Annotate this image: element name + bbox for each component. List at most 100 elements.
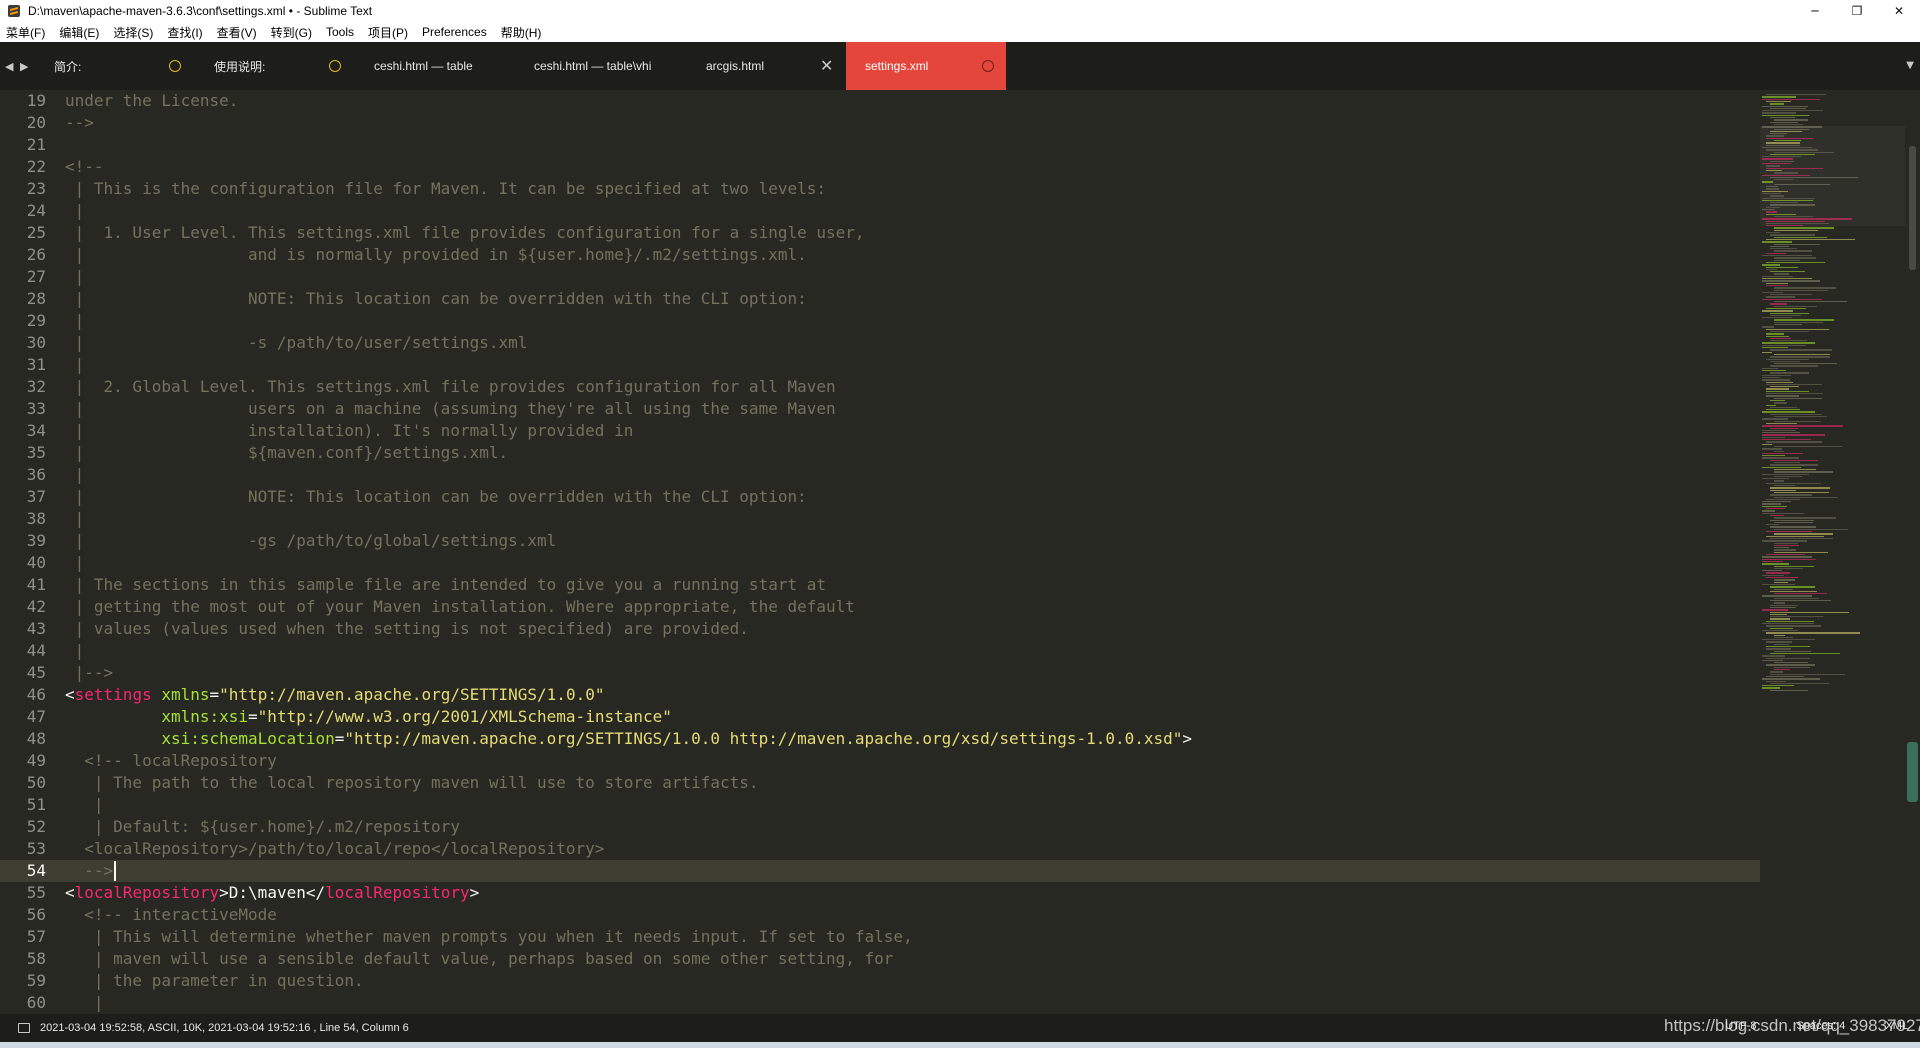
code-text[interactable]: | [65,552,85,574]
close-tab-icon[interactable]: ✕ [820,56,833,75]
code-line[interactable]: 59 | the parameter in question. [0,970,1760,992]
tab-scroll-left-icon[interactable]: ◀ [5,60,13,73]
code-line[interactable]: 37 | NOTE: This location can be overridd… [0,486,1760,508]
code-text[interactable]: | -s /path/to/user/settings.xml [65,332,528,354]
menu-project[interactable]: 项目(P) [368,24,408,41]
code-line[interactable]: 46 <settings xmlns="http://maven.apache.o… [0,684,1760,706]
menu-edit[interactable]: 编辑(E) [59,24,99,41]
code-text[interactable]: | This will determine whether maven prom… [65,926,913,948]
code-text[interactable]: under the License. [65,90,238,112]
menu-tools[interactable]: Tools [326,25,354,39]
code-line[interactable]: 21 [0,134,1760,156]
code-text[interactable]: | [65,508,85,530]
code-text[interactable]: | [65,266,85,288]
code-editor[interactable]: 19 under the License. 20 --> 21 22 <!-- 23 | Th… [0,90,1760,1014]
code-text[interactable]: <!-- localRepository [65,750,277,772]
unsaved-dot-icon[interactable] [169,60,181,72]
code-text[interactable]: | the parameter in question. [65,970,364,992]
code-text[interactable]: | [65,992,104,1014]
tab-arcgis[interactable]: arcgis.html ✕ [690,42,846,90]
tab-intro[interactable]: 简介: [40,42,190,90]
code-line[interactable]: 50 | The path to the local repository ma… [0,772,1760,794]
code-text[interactable]: xsi:schemaLocation="http://maven.apache.… [65,728,1192,750]
code-line[interactable]: 41 | The sections in this sample file ar… [0,574,1760,596]
code-line[interactable]: 23 | This is the configuration file for … [0,178,1760,200]
menu-view[interactable]: 查看(V) [217,24,257,41]
code-text[interactable]: --> [65,112,94,134]
code-text[interactable]: | NOTE: This location can be overridden … [65,486,807,508]
code-text[interactable]: <localRepository>/path/to/local/repo</lo… [65,838,604,860]
code-text[interactable]: <localRepository>D:\maven</localReposito… [65,882,479,904]
code-line[interactable]: 29 | [0,310,1760,332]
code-line[interactable]: 35 | ${maven.conf}/settings.xml. [0,442,1760,464]
menu-help[interactable]: 帮助(H) [501,24,542,41]
code-text[interactable]: | values (values used when the setting i… [65,618,749,640]
code-text[interactable]: | The path to the local repository maven… [65,772,759,794]
code-line[interactable]: 58 | maven will use a sensible default v… [0,948,1760,970]
code-text[interactable]: | [65,794,104,816]
code-line[interactable]: 22 <!-- [0,156,1760,178]
code-text[interactable]: | NOTE: This location can be overridden … [65,288,807,310]
tab-ceshi-table-vhi[interactable]: ceshi.html — table\vhi [520,42,690,90]
tab-usage[interactable]: 使用说明: [200,42,350,90]
tab-ceshi-table[interactable]: ceshi.html — table [360,42,520,90]
unsaved-dot-icon[interactable] [329,60,341,72]
code-text[interactable]: |--> [65,662,114,684]
code-text[interactable]: | [65,354,85,376]
code-line[interactable]: 53 <localRepository>/path/to/local/repo<… [0,838,1760,860]
code-text[interactable]: | and is normally provided in ${user.hom… [65,244,807,266]
code-text[interactable]: | users on a machine (assuming they're a… [65,398,836,420]
code-line[interactable]: 55 <localRepository>D:\maven</localReposi… [0,882,1760,904]
code-text[interactable]: | getting the most out of your Maven ins… [65,596,855,618]
code-text[interactable]: | [65,464,85,486]
code-line[interactable]: 28 | NOTE: This location can be overridd… [0,288,1760,310]
code-line[interactable]: 49 <!-- localRepository [0,750,1760,772]
vertical-scrollbar[interactable] [1905,90,1920,1014]
scrollbar-thumb[interactable] [1909,146,1916,270]
code-text[interactable]: | 1. User Level. This settings.xml file … [65,222,865,244]
menu-goto[interactable]: 转到(G) [271,24,312,41]
code-line[interactable]: 40 | [0,552,1760,574]
code-text[interactable]: | [65,310,85,332]
code-text[interactable]: | maven will use a sensible default valu… [65,948,894,970]
menu-find[interactable]: 查找(I) [167,24,202,41]
code-text[interactable]: xmlns:xsi="http://www.w3.org/2001/XMLSch… [65,706,672,728]
code-line[interactable]: 60 | [0,992,1760,1014]
code-text[interactable]: | [65,640,85,662]
code-text[interactable]: --> [65,860,113,882]
code-line[interactable]: 43 | values (values used when the settin… [0,618,1760,640]
code-text[interactable]: <!-- interactiveMode [65,904,277,926]
code-line[interactable]: 27 | [0,266,1760,288]
tab-settings-xml[interactable]: settings.xml [846,42,1006,90]
menu-preferences[interactable]: Preferences [422,25,487,39]
menu-selection[interactable]: 选择(S) [113,24,153,41]
panel-toggle-icon[interactable] [18,1023,30,1033]
code-text[interactable]: <settings xmlns="http://maven.apache.org… [65,684,604,706]
code-text[interactable]: | installation). It's normally provided … [65,420,634,442]
code-line[interactable]: 32 | 2. Global Level. This settings.xml … [0,376,1760,398]
code-line[interactable]: 52 | Default: ${user.home}/.m2/repositor… [0,816,1760,838]
code-line[interactable]: 30 | -s /path/to/user/settings.xml [0,332,1760,354]
code-line[interactable]: 47 xmlns:xsi="http://www.w3.org/2001/XML… [0,706,1760,728]
code-line[interactable]: 48 xsi:schemaLocation="http://maven.apac… [0,728,1760,750]
close-button[interactable]: ✕ [1878,0,1920,22]
code-line[interactable]: 26 | and is normally provided in ${user.… [0,244,1760,266]
code-line[interactable]: 20 --> [0,112,1760,134]
code-text[interactable]: | The sections in this sample file are i… [65,574,826,596]
code-line[interactable]: 34 | installation). It's normally provid… [0,420,1760,442]
code-text[interactable]: | ${maven.conf}/settings.xml. [65,442,508,464]
code-line[interactable]: 33 | users on a machine (assuming they'r… [0,398,1760,420]
menu-file[interactable]: 菜单(F) [6,24,45,41]
code-line[interactable]: 39 | -gs /path/to/global/settings.xml [0,530,1760,552]
code-line[interactable]: 56 <!-- interactiveMode [0,904,1760,926]
code-line[interactable]: 19 under the License. [0,90,1760,112]
code-text[interactable]: | [65,200,85,222]
code-line[interactable]: 54 --> [0,860,1760,882]
unsaved-dot-icon[interactable] [982,60,994,72]
code-text[interactable]: | This is the configuration file for Mav… [65,178,826,200]
code-line[interactable]: 24 | [0,200,1760,222]
minimap[interactable] [1760,90,1905,1014]
code-text[interactable]: | Default: ${user.home}/.m2/repository [65,816,460,838]
code-line[interactable]: 57 | This will determine whether maven p… [0,926,1760,948]
code-line[interactable]: 25 | 1. User Level. This settings.xml fi… [0,222,1760,244]
